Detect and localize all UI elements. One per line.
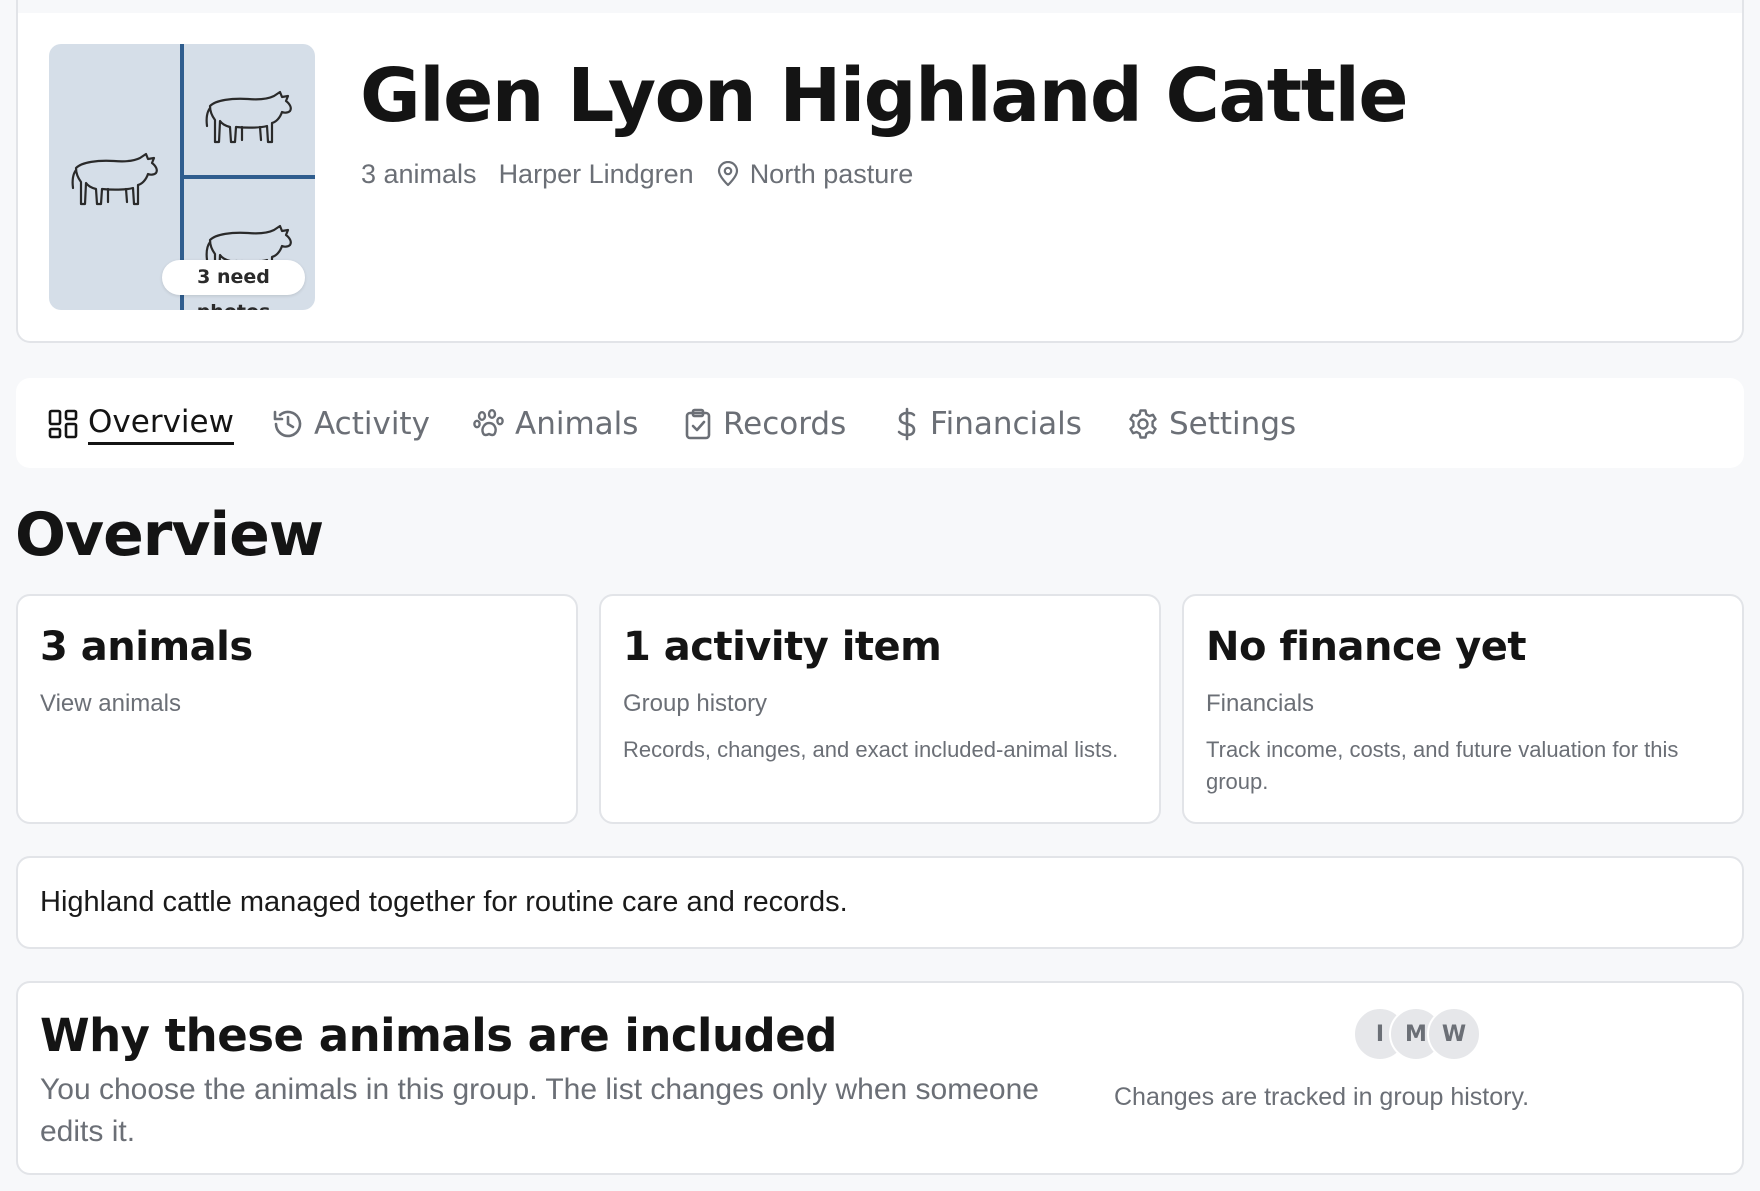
group-header-card: 3 need photos Glen Lyon Highland Cattle … <box>16 13 1744 343</box>
card-title: 3 animals <box>40 624 253 670</box>
tab-overview[interactable]: Overview <box>48 400 234 448</box>
group-meta: 3 animals Harper Lindgren North pasture <box>361 157 913 191</box>
location-label: North pasture <box>749 158 914 189</box>
cow-placeholder-icon <box>205 90 292 144</box>
tab-label: Financials <box>930 406 1082 442</box>
grid-icon <box>48 409 78 439</box>
tab-label: Settings <box>1169 406 1297 442</box>
activity-summary-card[interactable]: 1 activity item Group history Records, c… <box>599 594 1161 824</box>
tab-records[interactable]: Records <box>683 400 846 448</box>
group-tabs: Overview Activity Animals Records Financ… <box>16 378 1744 468</box>
tab-label: Animals <box>515 406 639 442</box>
view-animals-link[interactable]: View animals <box>40 690 554 718</box>
clipboard-icon <box>685 408 711 440</box>
animal-count: 3 animals <box>361 158 477 189</box>
animals-summary-card[interactable]: 3 animals View animals <box>16 594 578 824</box>
history-note: Changes are tracked in group history. <box>1114 1083 1530 1111</box>
dollar-icon <box>897 407 916 441</box>
group-description: Highland cattle managed together for rou… <box>40 886 848 918</box>
tab-activity[interactable]: Activity <box>272 400 430 448</box>
group-description-card: Highland cattle managed together for rou… <box>16 856 1744 949</box>
card-title: 1 activity item <box>623 624 942 670</box>
card-description: Track income, costs, and future valuatio… <box>1206 737 1679 794</box>
need-photos-badge[interactable]: 3 need photos <box>162 260 305 310</box>
tab-label: Activity <box>314 406 430 442</box>
inclusion-card: Why these animals are included You choos… <box>16 981 1744 1175</box>
location-pin-icon <box>717 161 738 187</box>
owner-name: Harper Lindgren <box>498 158 694 189</box>
tab-label: Records <box>723 406 847 442</box>
group-page: 3 need photos Glen Lyon Highland Cattle … <box>0 0 1760 1191</box>
inclusion-title: Why these animals are included <box>40 1009 837 1062</box>
card-title: No finance yet <box>1206 624 1527 670</box>
cow-placeholder-icon <box>71 152 158 206</box>
history-icon <box>273 410 302 438</box>
tab-animals[interactable]: Animals <box>473 400 638 448</box>
group-title: Glen Lyon Highland Cattle <box>360 53 1409 139</box>
card-description: Records, changes, and exact included-ani… <box>623 737 1119 762</box>
paw-icon <box>473 409 504 437</box>
tab-label: Overview <box>88 404 234 445</box>
location: North pasture <box>716 158 914 190</box>
finance-summary-card[interactable]: No finance yet Financials Track income, … <box>1182 594 1744 824</box>
tab-settings[interactable]: Settings <box>1127 400 1296 448</box>
gear-icon <box>1129 409 1157 439</box>
group-photo-mosaic[interactable]: 3 need photos <box>49 44 315 310</box>
inclusion-text: You choose the animals in this group. Th… <box>40 1073 1039 1148</box>
tab-financials[interactable]: Financials <box>894 400 1082 448</box>
group-history-link[interactable]: Group history <box>623 690 1137 718</box>
avatar: W <box>1427 1007 1481 1061</box>
financials-link[interactable]: Financials <box>1206 690 1720 718</box>
mosaic-divider-horizontal <box>182 175 315 179</box>
section-title: Overview <box>15 500 324 570</box>
